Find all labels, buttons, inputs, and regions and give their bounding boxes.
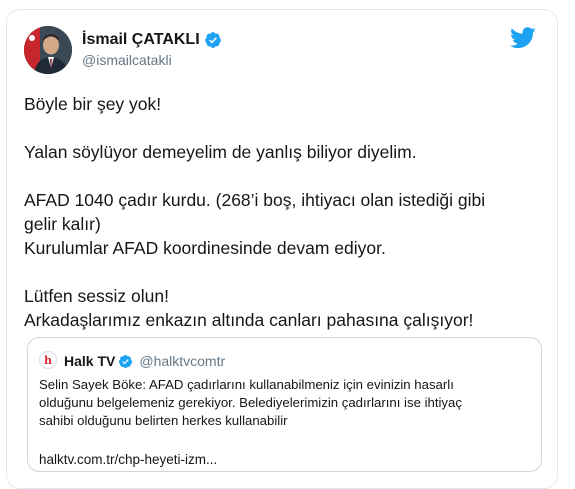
author-display-name[interactable]: İsmail ÇATAKLI xyxy=(82,31,200,49)
quoted-handle[interactable]: @halktvcomtr xyxy=(139,353,225,369)
halk-tv-logo-letter: h xyxy=(44,353,52,367)
quoted-line: Selin Sayek Böke: AFAD çadırlarını kulla… xyxy=(39,377,454,392)
author-handle[interactable]: @ismailcatakli xyxy=(82,52,172,68)
quoted-display-name[interactable]: Halk TV xyxy=(64,353,115,369)
author-avatar[interactable] xyxy=(24,26,72,74)
twitter-bird-icon[interactable] xyxy=(510,27,536,49)
tweet-line: Yalan söylüyor demeyelim de yanlış biliy… xyxy=(24,142,417,162)
author-name-row: İsmail ÇATAKLI xyxy=(82,31,222,49)
verified-badge-icon xyxy=(204,32,221,48)
tweet-line: Arkadaşlarımız enkazın altında canları p… xyxy=(24,310,474,330)
tweet-line: AFAD 1040 çadır kurdu. (268’i boş, ihtiy… xyxy=(24,190,486,210)
quoted-tweet-header: Halk TV @halktvcomtr xyxy=(64,353,225,369)
tweet-card: İsmail ÇATAKLI @ismailcatakli Böyle bir … xyxy=(6,9,558,489)
quoted-tweet-card[interactable]: h Halk TV @halktvcomtr Selin Sayek Böke:… xyxy=(27,337,542,472)
quoted-tweet-link[interactable]: halktv.com.tr/chp-heyeti-izm... xyxy=(39,452,217,467)
quoted-line: sahibi olduğunu belirten herkes kullanab… xyxy=(39,413,288,428)
quoted-tweet-body: Selin Sayek Böke: AFAD çadırlarını kulla… xyxy=(39,376,534,430)
tweet-line: Kurulumlar AFAD koordinesinde devam ediy… xyxy=(24,238,386,258)
verified-badge-icon xyxy=(119,354,133,368)
tweet-line: Böyle bir şey yok! xyxy=(24,94,162,114)
tweet-line: gelir kalır) xyxy=(24,214,101,234)
halk-tv-logo[interactable]: h xyxy=(39,351,57,369)
tweet-line: Lütfen sessiz olun! xyxy=(24,286,169,306)
quoted-line: olduğunu belgelemeniz gerekiyor. Belediy… xyxy=(39,395,462,410)
tweet-body: Böyle bir şey yok! Yalan söylüyor demeye… xyxy=(24,92,544,332)
